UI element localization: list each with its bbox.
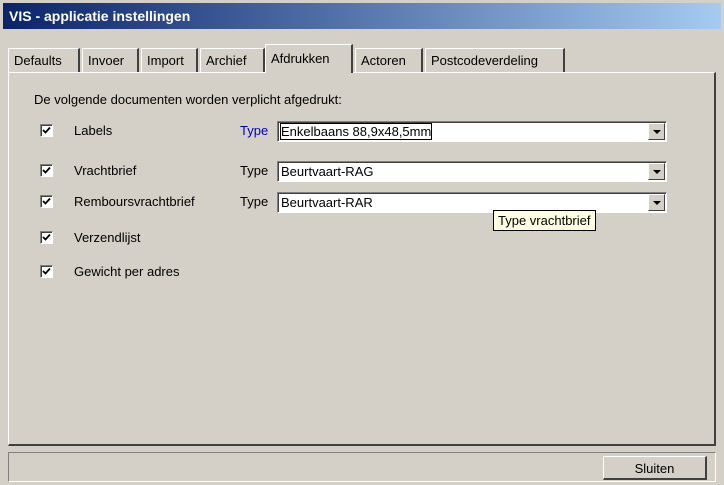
vrachtbrief-type-value: Beurtvaart-RAG (281, 164, 374, 179)
gewicht-per-adres-label: Gewicht per adres (74, 264, 180, 279)
remboursvrachtbrief-label: Remboursvrachtbrief (74, 194, 195, 209)
vrachtbrief-type-label: Type (240, 163, 269, 178)
tab-label: Afdrukken (271, 51, 330, 66)
dropdown-arrow-icon[interactable] (648, 123, 665, 140)
tab-label: Actoren (361, 53, 406, 68)
remboursvrachtbrief-type-label: Type (240, 194, 269, 209)
checkmark-icon (42, 166, 51, 174)
window-title: VIS - applicatie instellingen (9, 8, 191, 24)
tab-label: Import (147, 53, 184, 68)
checkmark-icon (42, 267, 51, 275)
tooltip: Type vrachtbrief (493, 210, 596, 231)
dropdown-arrow-icon[interactable] (648, 194, 665, 211)
tab-afdrukken[interactable]: Afdrukken (265, 44, 353, 73)
vrachtbrief-type-dropdown[interactable]: Beurtvaart-RAG (277, 161, 667, 182)
tab-postcodeverdeling[interactable]: Postcodeverdeling (425, 48, 565, 72)
labels-type-label: Type (240, 123, 269, 138)
dropdown-arrow-icon[interactable] (648, 163, 665, 180)
remboursvrachtbrief-checkbox[interactable] (40, 195, 53, 208)
tab-actoren[interactable]: Actoren (355, 48, 423, 72)
verzendlijst-label: Verzendlijst (74, 230, 141, 245)
settings-window: VIS - applicatie instellingen Defaults I… (0, 0, 724, 485)
intro-text: De volgende documenten worden verplicht … (34, 92, 342, 107)
tab-invoer[interactable]: Invoer (82, 48, 139, 72)
tab-label: Archief (206, 53, 247, 68)
labels-label: Labels (74, 123, 113, 138)
labels-type-dropdown[interactable]: Enkelbaans 88,9x48,5mm (277, 121, 667, 142)
checkmark-icon (42, 197, 51, 205)
gewicht-per-adres-checkbox[interactable] (40, 265, 53, 278)
tab-archief[interactable]: Archief (200, 48, 265, 72)
tab-label: Invoer (88, 53, 125, 68)
tab-import[interactable]: Import (141, 48, 198, 72)
verzendlijst-checkbox[interactable] (40, 231, 53, 244)
labels-type-value: Enkelbaans 88,9x48,5mm (279, 123, 433, 140)
title-bar[interactable]: VIS - applicatie instellingen (3, 3, 721, 29)
vrachtbrief-checkbox[interactable] (40, 164, 53, 177)
remboursvrachtbrief-type-value: Beurtvaart-RAR (281, 195, 373, 210)
tab-label: Postcodeverdeling (431, 53, 538, 68)
checkmark-icon (42, 233, 51, 241)
remboursvrachtbrief-type-dropdown[interactable]: Beurtvaart-RAR (277, 192, 667, 213)
tab-label: Defaults (14, 53, 62, 68)
tab-defaults[interactable]: Defaults (8, 48, 80, 72)
checkmark-icon (42, 126, 51, 134)
close-button[interactable]: Sluiten (603, 456, 707, 480)
vrachtbrief-label: Vrachtbrief (74, 163, 137, 178)
labels-checkbox[interactable] (40, 124, 53, 137)
